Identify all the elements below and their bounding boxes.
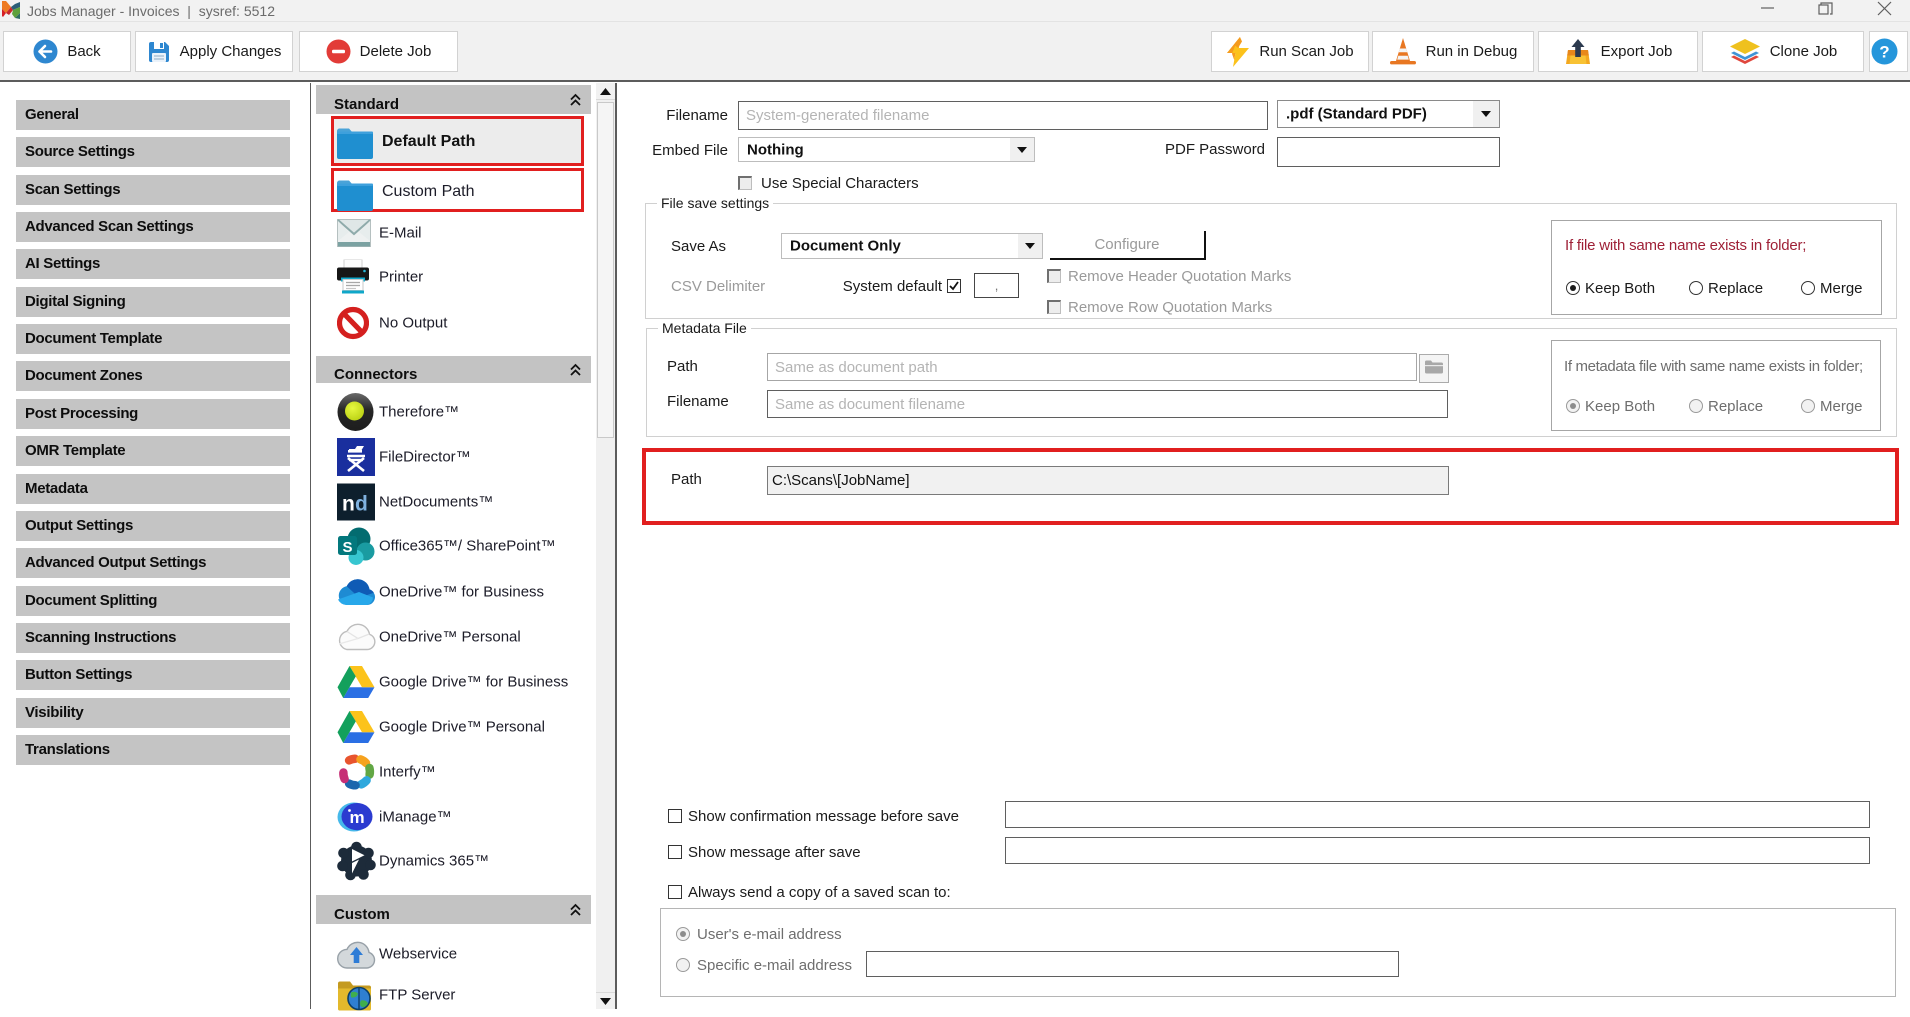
svg-text:n: n xyxy=(342,493,355,516)
svg-text:d: d xyxy=(355,493,368,516)
svg-text:?: ? xyxy=(1879,43,1889,62)
svg-text:m: m xyxy=(349,808,364,827)
svg-text:S: S xyxy=(342,539,352,556)
